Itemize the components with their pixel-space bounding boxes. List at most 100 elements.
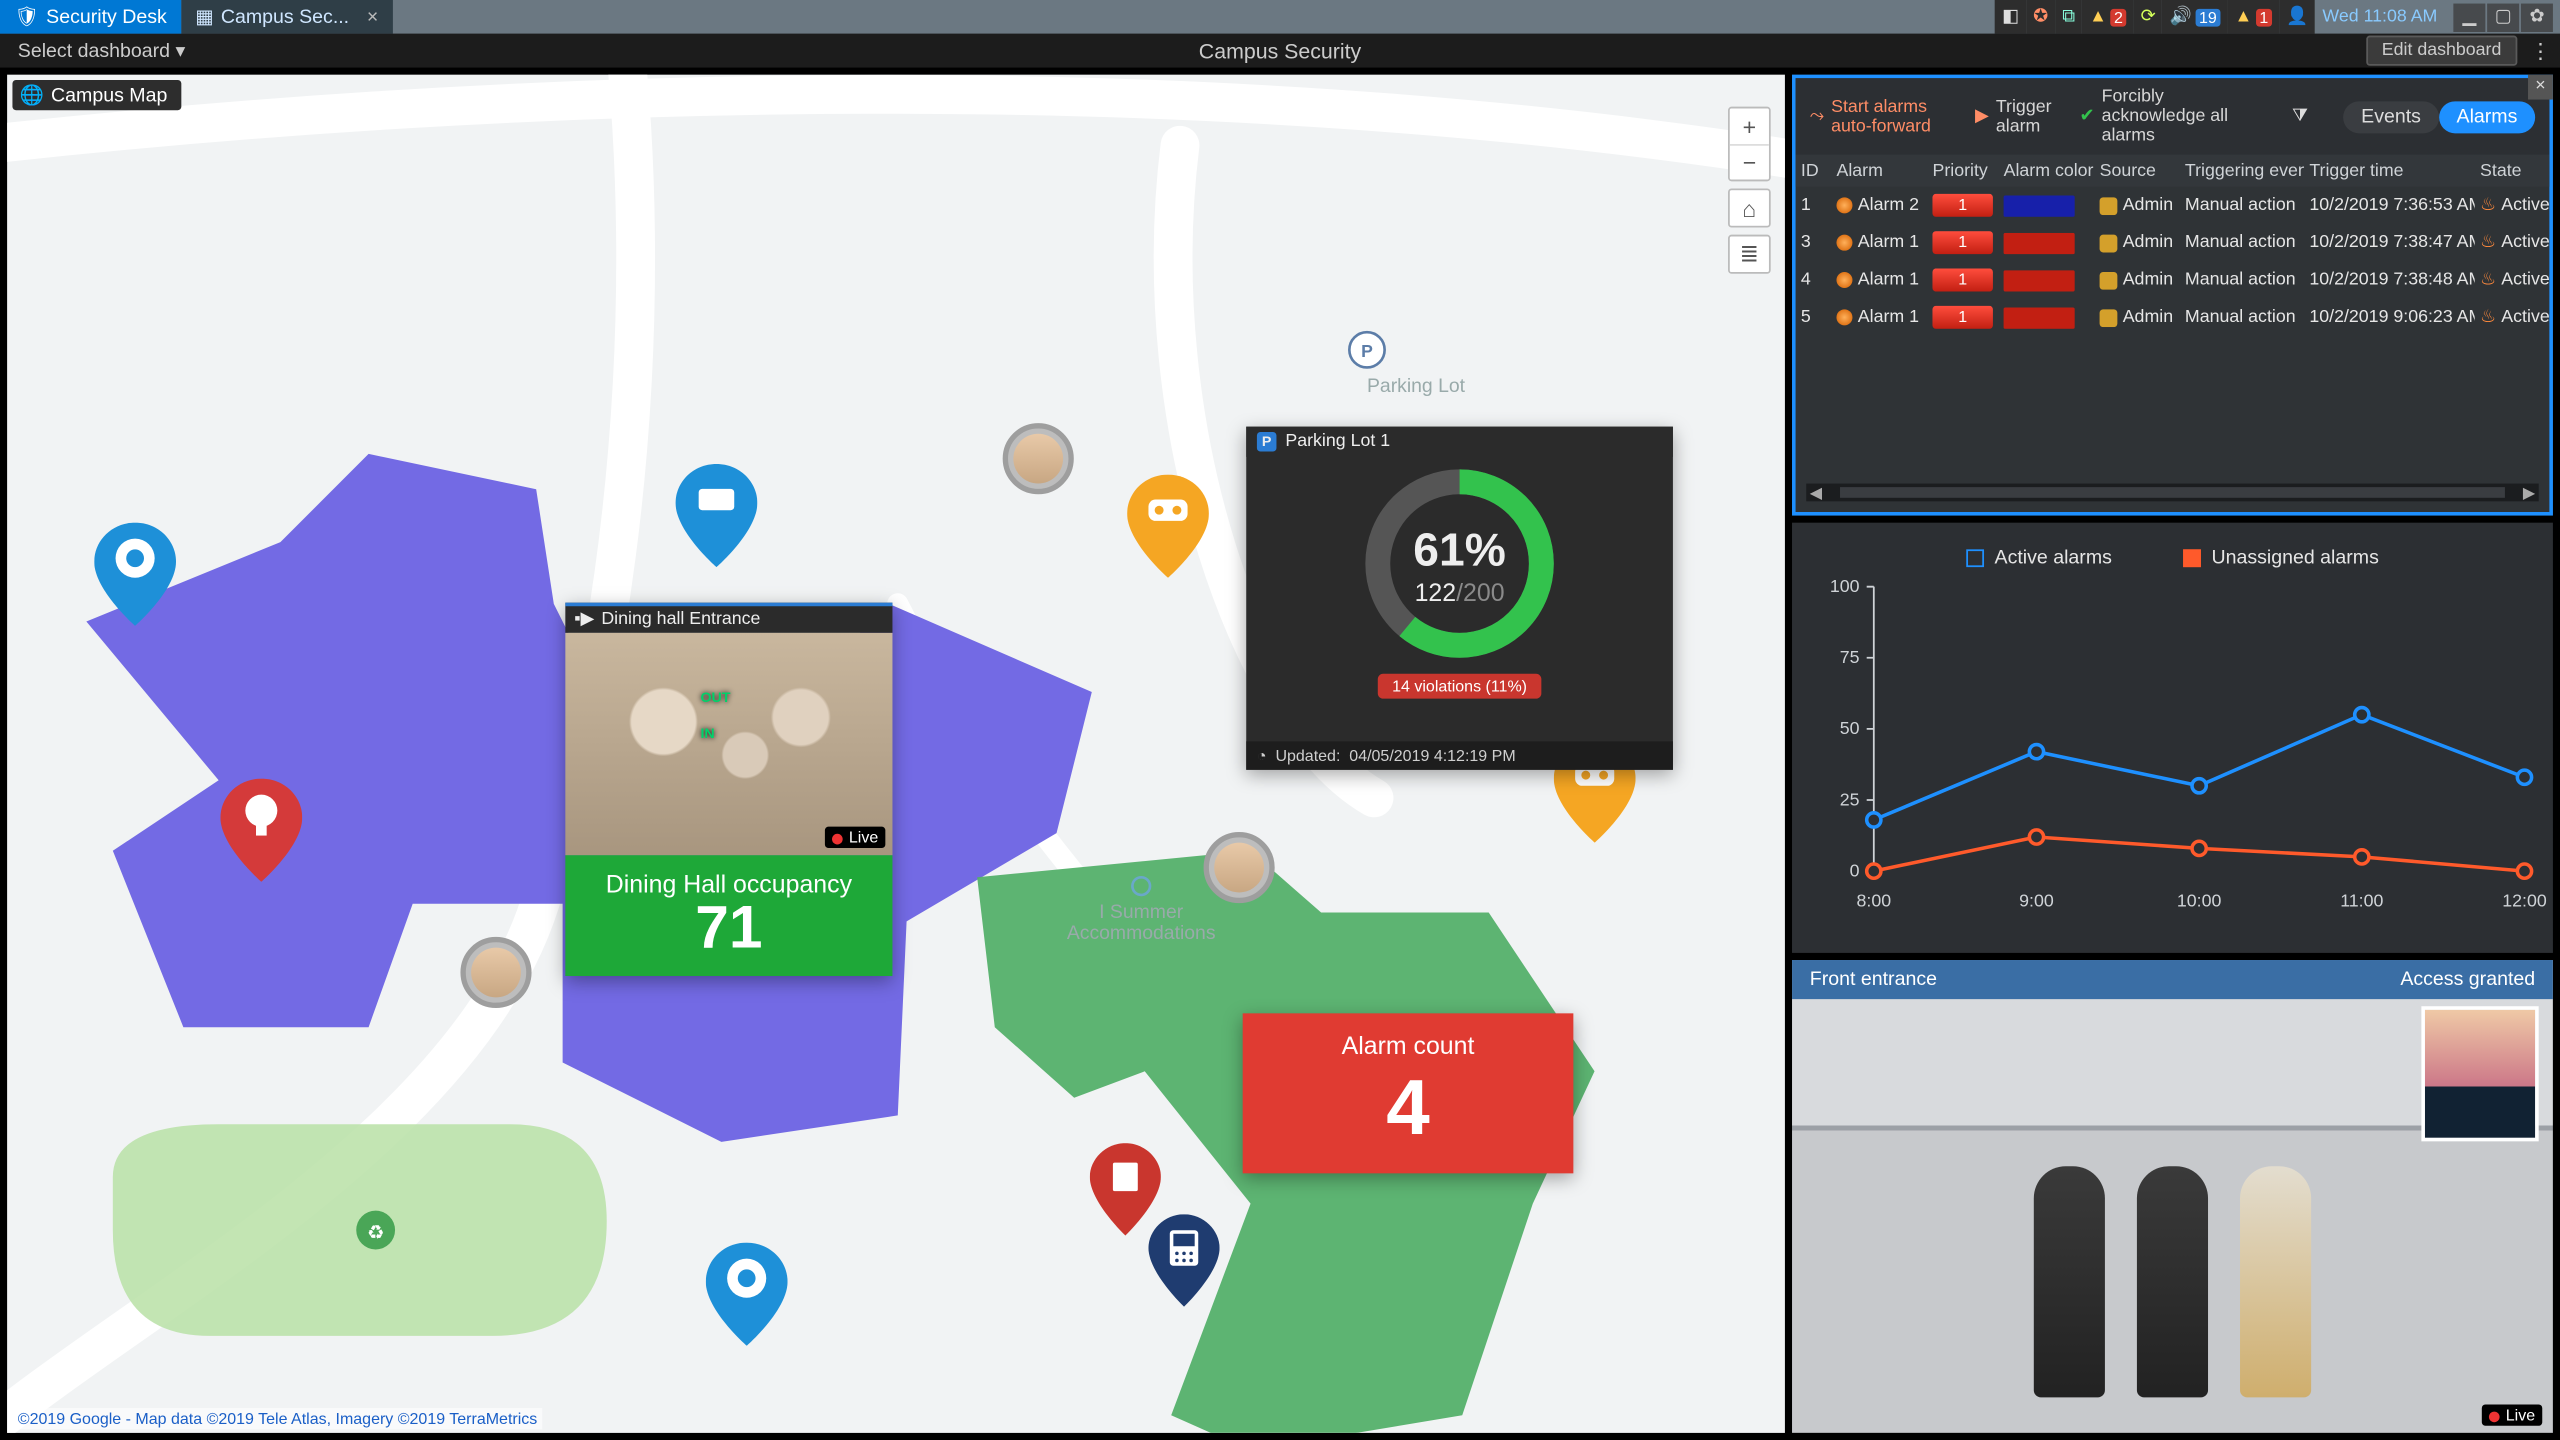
col-state[interactable]: State (2475, 161, 2557, 181)
svg-text:8:00: 8:00 (1857, 891, 1892, 911)
system-tray: ◧ ✪ ⧉ ▲2 ⟳ 🔊19 ▲1 👤 Wed 11:08 AM ▁ ▢ ✿ (1995, 0, 2560, 34)
map-home-button[interactable]: ⌂ (1730, 190, 1769, 226)
dining-occupancy-value: 71 (572, 898, 885, 958)
parking-header-label: Parking Lot 1 (1285, 432, 1390, 452)
edit-dashboard-button[interactable]: Edit dashboard (2366, 36, 2518, 66)
col-trigger-time[interactable]: Trigger time (2304, 161, 2475, 181)
toolbar-more-button[interactable]: ⋮ (2528, 38, 2553, 63)
play-icon: ▶ (1975, 107, 1989, 127)
svg-text:12:00: 12:00 (2502, 891, 2547, 911)
scroll-track[interactable] (1840, 487, 2505, 498)
dining-hall-widget[interactable]: ▪▶ Dining hall Entrance OUT IN Live Dini… (565, 603, 892, 976)
force-ack-button[interactable]: ✔Forcibly acknowledge all alarms (2080, 87, 2253, 146)
tray-clock-icon[interactable]: ⟳ (2134, 0, 2163, 34)
window-minimize-button[interactable]: ▁ (2453, 3, 2485, 31)
tab-label: Campus Sec... (221, 6, 349, 27)
map-zoom-in-button[interactable]: + (1730, 108, 1769, 144)
start-auto-forward-button[interactable]: ⤳Start alarms auto-forward (1810, 97, 1950, 136)
panel-close-button[interactable]: × (2528, 75, 2553, 100)
table-row[interactable]: 3Alarm 11AdminManual action10/2/2019 7:3… (1796, 224, 2550, 261)
dining-out-label: OUT (700, 690, 730, 706)
map-zoom-out-button[interactable]: − (1730, 144, 1769, 180)
parking-donut: 61% 122/200 (1246, 457, 1673, 670)
col-alarm-color[interactable]: Alarm color (1998, 161, 2094, 181)
table-row[interactable]: 1Alarm 21AdminManual action10/2/2019 7:3… (1796, 187, 2550, 224)
map-pin-intercom[interactable] (1148, 1214, 1219, 1306)
map-column: 🌐 Campus Map + − ⌂ ≣ (7, 75, 1785, 1433)
trigger-alarm-button[interactable]: ▶Trigger alarm (1975, 97, 2055, 136)
map-controls: + − ⌂ ≣ (1728, 107, 1771, 274)
svg-text:9:00: 9:00 (2019, 891, 2054, 911)
tray-clock[interactable]: Wed 11:08 AM (2315, 0, 2444, 34)
map-layers-group: ≣ (1728, 235, 1771, 274)
person-silhouette (2034, 1166, 2105, 1397)
select-dashboard-dropdown[interactable]: Select dashboard ▾ (0, 39, 203, 62)
col-triggering-event[interactable]: Triggering event (2180, 161, 2304, 181)
dining-camera-feed[interactable]: OUT IN Live (565, 633, 892, 855)
parking-current: 122 (1415, 577, 1457, 605)
tray-user-icon[interactable]: 👤 (2279, 0, 2315, 34)
map-pin-camera-1[interactable] (94, 523, 176, 626)
alarms-line-chart: 02550751008:009:0010:0011:0012:00 (1792, 569, 2553, 925)
map-attribution: ©2019 Google - Map data ©2019 Tele Atlas… (12, 1408, 542, 1429)
close-icon[interactable]: × (367, 6, 378, 27)
window-gear-button[interactable]: ✿ (2521, 3, 2553, 31)
tab-campus-security[interactable]: ▦ Campus Sec... × (181, 0, 393, 34)
right-column: × ⤳Start alarms auto-forward ▶Trigger al… (1792, 75, 2553, 1433)
tab-events[interactable]: Events (2343, 100, 2438, 132)
map-pin-camera-2[interactable] (676, 464, 758, 567)
parking-updated-row: ◔ Updated: 04/05/2019 4:12:19 PM (1246, 741, 1673, 769)
legend-label: Active alarms (1995, 548, 2112, 569)
alarms-scrollbar[interactable]: ◀ ▶ (1806, 484, 2538, 502)
tab-alarms[interactable]: Alarms (2439, 100, 2535, 132)
svg-text:50: 50 (1840, 718, 1860, 738)
table-row[interactable]: 4Alarm 11AdminManual action10/2/2019 7:3… (1796, 261, 2550, 298)
chevron-down-icon: ▾ (175, 41, 185, 62)
col-source[interactable]: Source (2094, 161, 2179, 181)
filter-icon[interactable]: ⧩ (2292, 107, 2308, 127)
col-alarm[interactable]: Alarm (1831, 161, 1927, 181)
legend-unassigned-alarms[interactable]: Unassigned alarms (2183, 548, 2379, 569)
campus-map-panel[interactable]: 🌐 Campus Map + − ⌂ ≣ (7, 75, 1785, 1433)
map-title-label: Campus Map (51, 84, 167, 105)
map-pin-lpr-1[interactable] (1127, 475, 1209, 578)
tray-alert-b[interactable]: ▲1 (2228, 0, 2279, 34)
svg-text:100: 100 (1830, 576, 1860, 596)
tray-download-icon[interactable]: ⧉ (2055, 0, 2082, 34)
tray-link-icon[interactable]: ✪ (2026, 0, 2055, 34)
tray-volume-icon[interactable]: 🔊19 (2163, 0, 2228, 34)
scroll-right-icon[interactable]: ▶ (2519, 483, 2538, 503)
chart-legend: Active alarms Unassigned alarms (1792, 523, 2553, 569)
front-entrance-panel[interactable]: Front entrance Access granted Live (1792, 960, 2553, 1433)
parking-widget[interactable]: P Parking Lot 1 61% 122/200 14 viol (1246, 427, 1673, 770)
camera-face-inset[interactable] (2421, 1006, 2538, 1141)
col-priority[interactable]: Priority (1927, 161, 1998, 181)
map-layers-button[interactable]: ≣ (1730, 236, 1769, 272)
col-id[interactable]: ID (1796, 161, 1832, 181)
window-maximize-button[interactable]: ▢ (2487, 3, 2519, 31)
tray-alert-a[interactable]: ▲2 (2082, 0, 2133, 34)
map-pin-alarm[interactable] (220, 779, 302, 882)
map-avatar-2[interactable] (460, 937, 531, 1008)
svg-text:♻: ♻ (367, 1222, 384, 1244)
legend-swatch-blue (1966, 549, 1984, 567)
parking-violations-badge: 14 violations (11%) (1378, 674, 1541, 699)
svg-text:11:00: 11:00 (2340, 891, 2383, 911)
parking-icon: P (1257, 432, 1277, 452)
label: Start alarms auto-forward (1831, 97, 1950, 136)
legend-active-alarms[interactable]: Active alarms (1966, 548, 2112, 569)
tab-security-desk[interactable]: 🛡 Security Desk (0, 0, 181, 34)
table-row[interactable]: 5Alarm 11AdminManual action10/2/2019 9:0… (1796, 299, 2550, 336)
map-avatar-1[interactable] (1003, 423, 1074, 494)
map-avatar-3[interactable] (1204, 832, 1275, 903)
alarm-count-widget[interactable]: Alarm count 4 (1243, 1013, 1574, 1173)
map-pin-camera-3[interactable] (706, 1243, 788, 1346)
camera-icon: ▪▶ (574, 610, 594, 630)
scroll-left-icon[interactable]: ◀ (1806, 483, 1825, 503)
person-silhouette (2137, 1166, 2208, 1397)
label: Forcibly acknowledge all alarms (2102, 87, 2253, 146)
tab-label: Security Desk (46, 6, 167, 27)
alarms-chart-panel: Active alarms Unassigned alarms 02550751… (1792, 523, 2553, 953)
tray-marker-icon[interactable]: ◧ (1995, 0, 2026, 34)
alarms-table-header: ID Alarm Priority Alarm color Source Tri… (1796, 155, 2550, 187)
